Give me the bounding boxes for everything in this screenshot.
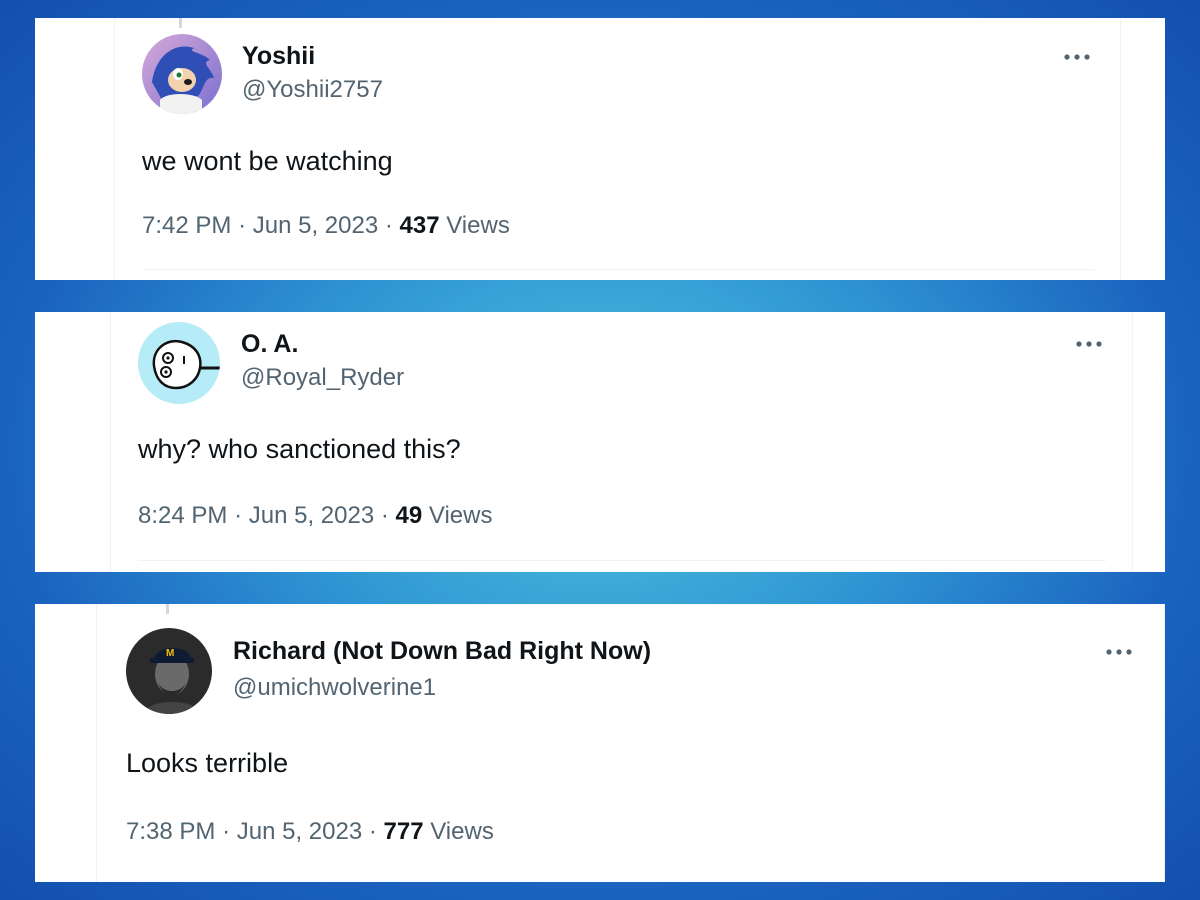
divider (142, 269, 1094, 270)
meta-separator: · (234, 502, 243, 529)
display-name[interactable]: Richard (Not Down Bad Right Now) (233, 637, 651, 666)
thread-line (166, 604, 169, 614)
tweet-meta: 8:24 PM · Jun 5, 2023 · 49 Views (138, 502, 492, 530)
tweet-date[interactable]: Jun 5, 2023 (253, 212, 378, 239)
thread-line (179, 18, 182, 28)
cartoon-face-avatar[interactable] (138, 322, 220, 404)
svg-text:M: M (166, 648, 174, 659)
user-handle[interactable]: @umichwolverine1 (233, 674, 436, 702)
display-name[interactable]: Yoshii (242, 42, 315, 71)
meta-separator: · (384, 212, 393, 239)
views-label: Views (446, 212, 510, 239)
user-handle[interactable]: @Royal_Ryder (241, 364, 404, 392)
man-with-cap-avatar-image: M (126, 628, 212, 714)
sonic-avatar[interactable] (142, 34, 222, 114)
views-count: 437 (399, 212, 440, 239)
meta-separator: · (380, 502, 389, 529)
meta-separator: · (238, 212, 247, 239)
divider (138, 560, 1106, 561)
tweet-time[interactable]: 7:38 PM (126, 818, 215, 845)
meta-separator: · (222, 818, 231, 845)
tweet-text: Looks terrible (126, 748, 289, 778)
tweet-card-2: O. A. @Royal_Ryder why? who sanctioned t… (35, 312, 1165, 572)
more-options-icon[interactable] (1062, 47, 1092, 67)
user-handle[interactable]: @Yoshii2757 (242, 76, 383, 104)
display-name[interactable]: O. A. (241, 330, 298, 359)
tweet-card-3: M Richard (Not Down Bad Right Now) @umic… (35, 604, 1165, 882)
views-count: 49 (395, 502, 423, 529)
views-label: Views (428, 502, 493, 529)
views-label: Views (430, 818, 494, 845)
tweet-time[interactable]: 8:24 PM (138, 502, 227, 529)
man-with-cap-avatar[interactable]: M (126, 628, 212, 714)
meta-separator: · (368, 818, 377, 845)
more-options-icon[interactable] (1074, 334, 1104, 354)
sonic-avatar-image (142, 34, 222, 114)
tweet-time[interactable]: 7:42 PM (142, 212, 231, 239)
tweet-card-1: Yoshii @Yoshii2757 we wont be watching 7… (35, 18, 1165, 280)
tweet-meta: 7:42 PM · Jun 5, 2023 · 437 Views (142, 212, 510, 240)
tweet-text: why? who sanctioned this? (138, 434, 461, 464)
more-options-icon[interactable] (1104, 642, 1134, 662)
tweet-date[interactable]: Jun 5, 2023 (237, 818, 362, 845)
tweet-date[interactable]: Jun 5, 2023 (249, 502, 374, 529)
views-count: 777 (383, 818, 424, 845)
tweet-text: we wont be watching (142, 146, 393, 176)
cartoon-face-avatar-image (138, 322, 220, 404)
tweet-meta: 7:38 PM · Jun 5, 2023 · 777 Views (126, 818, 494, 846)
